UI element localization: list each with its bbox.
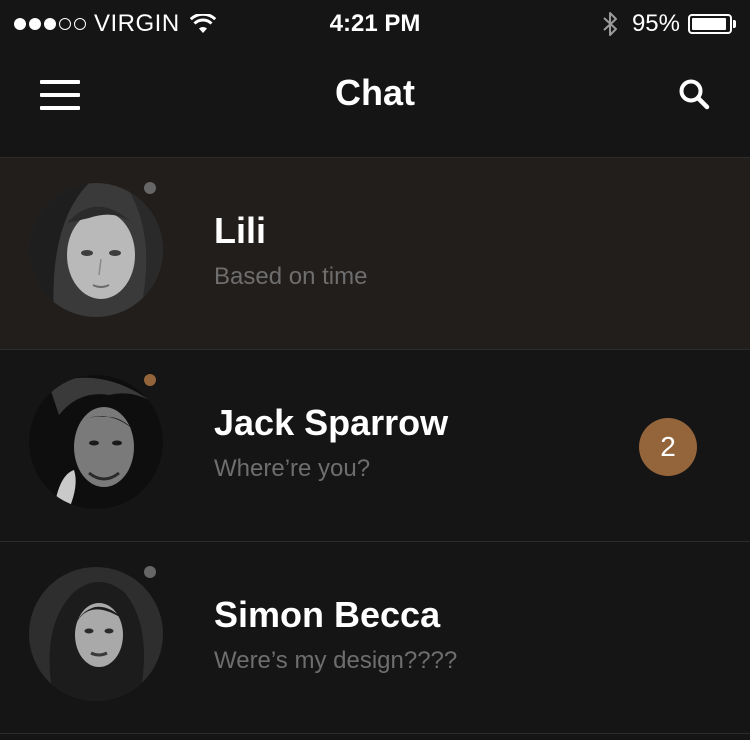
chat-row-jack-sparrow[interactable]: Jack Sparrow Where’re you? 2 <box>0 350 750 542</box>
battery-percent: 95% <box>631 10 680 37</box>
chat-preview: Were’s my design???? <box>214 647 458 674</box>
bluetooth-icon <box>603 12 617 36</box>
nav-bar: Chat <box>0 46 750 158</box>
avatar <box>29 183 163 317</box>
presence-dot <box>144 182 156 194</box>
status-right: 95% <box>602 10 736 38</box>
search-icon[interactable] <box>678 78 710 110</box>
battery-icon <box>688 14 732 34</box>
battery-tip <box>733 20 736 28</box>
presence-dot <box>144 374 156 386</box>
chat-list: Lili Based on time Jack Sparrow Where’re… <box>0 158 750 734</box>
avatar <box>29 375 163 509</box>
unread-count-badge: 2 <box>639 418 697 476</box>
chat-row-simon-becca[interactable]: Simon Becca Were’s my design???? <box>0 542 750 734</box>
hamburger-menu-icon[interactable] <box>40 80 80 110</box>
status-bar: VIRGIN 4:21 PM 95% <box>0 0 750 46</box>
chat-row-lili[interactable]: Lili Based on time <box>0 158 750 350</box>
chat-name: Simon Becca <box>214 594 441 635</box>
presence-dot <box>144 566 156 578</box>
avatar <box>29 567 163 701</box>
page-title: Chat <box>335 72 415 113</box>
chat-name: Jack Sparrow <box>214 402 449 443</box>
chat-preview: Based on time <box>214 263 368 290</box>
battery-level <box>692 18 727 30</box>
chat-preview: Where’re you? <box>214 455 371 482</box>
chat-name: Lili <box>214 210 266 251</box>
